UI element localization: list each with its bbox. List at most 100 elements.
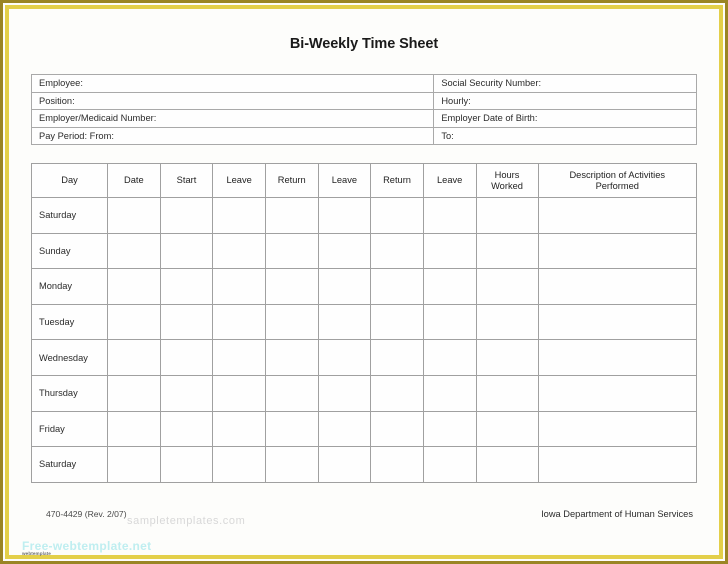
entry-cell[interactable] — [317, 446, 372, 483]
info-field-label-left[interactable]: Employer/Medicaid Number: — [30, 109, 435, 128]
entry-cell[interactable] — [107, 446, 161, 483]
entry-cell[interactable] — [264, 446, 319, 483]
info-field-label-right[interactable]: To: — [433, 126, 697, 145]
entry-cell[interactable] — [212, 374, 266, 412]
entry-cell[interactable] — [212, 339, 266, 376]
table-row: Thursday — [30, 374, 698, 412]
info-field-label-right[interactable]: Hourly: — [433, 91, 697, 110]
day-label: Saturday — [30, 446, 109, 483]
entry-cell[interactable] — [370, 446, 424, 483]
entry-cell[interactable] — [475, 268, 539, 305]
entry-cell[interactable] — [107, 374, 161, 412]
entry-cell[interactable] — [159, 268, 214, 305]
entry-cell[interactable] — [159, 303, 214, 341]
entry-cell[interactable] — [370, 303, 424, 341]
footer: 470-4429 (Rev. 2/07) Iowa Department of … — [31, 509, 697, 525]
entry-cell[interactable] — [317, 410, 372, 448]
entry-cell[interactable] — [264, 268, 319, 305]
entry-cell[interactable] — [370, 268, 424, 305]
column-header: Description of Activities Performed — [537, 163, 698, 198]
entry-cell[interactable] — [212, 446, 266, 483]
entry-cell[interactable] — [422, 374, 477, 412]
entry-cell[interactable] — [264, 374, 319, 412]
entry-cell[interactable] — [537, 339, 698, 376]
entry-cell[interactable] — [212, 268, 266, 305]
entry-cell[interactable] — [475, 232, 539, 270]
entry-cell[interactable] — [107, 268, 161, 305]
entry-cell[interactable] — [212, 410, 266, 448]
entry-cell[interactable] — [107, 303, 161, 341]
info-field-label-right[interactable]: Social Security Number: — [433, 74, 697, 93]
entry-cell[interactable] — [537, 446, 698, 483]
watermark-cyan: Free-webtemplate.net — [22, 539, 152, 553]
entry-cell[interactable] — [317, 339, 372, 376]
info-row: Employee: Social Security Number: — [30, 74, 697, 93]
entry-cell[interactable] — [422, 446, 477, 483]
entry-cell[interactable] — [475, 410, 539, 448]
column-header: Return — [370, 163, 424, 198]
day-label: Wednesday — [30, 339, 109, 376]
entry-cell[interactable] — [212, 303, 266, 341]
entry-cell[interactable] — [264, 303, 319, 341]
table-row: Sunday — [30, 232, 698, 270]
entry-cell[interactable] — [317, 197, 372, 234]
entry-cell[interactable] — [264, 339, 319, 376]
entry-cell[interactable] — [370, 197, 424, 234]
entry-cell[interactable] — [537, 197, 698, 234]
entry-cell[interactable] — [212, 197, 266, 234]
entry-cell[interactable] — [422, 339, 477, 376]
entry-cell[interactable] — [159, 339, 214, 376]
info-field-label-left[interactable]: Position: — [30, 91, 435, 110]
entry-cell[interactable] — [264, 410, 319, 448]
entry-cell[interactable] — [159, 374, 214, 412]
entry-cell[interactable] — [317, 268, 372, 305]
entry-cell[interactable] — [475, 374, 539, 412]
column-header: Start — [159, 163, 214, 198]
time-entry-section: Day Date Start Leave Return Leave Return Leave H… — [30, 163, 698, 483]
table-row: Tuesday — [30, 303, 698, 341]
entry-cell[interactable] — [212, 232, 266, 270]
entry-cell[interactable] — [422, 303, 477, 341]
table-row: Wednesday — [30, 339, 698, 376]
entry-cell[interactable] — [537, 410, 698, 448]
entry-cell[interactable] — [475, 339, 539, 376]
entry-cell[interactable] — [475, 446, 539, 483]
entry-cell[interactable] — [537, 374, 698, 412]
entry-cell[interactable] — [107, 232, 161, 270]
page-title: Bi-Weekly Time Sheet — [289, 36, 439, 52]
entry-cell[interactable] — [264, 232, 319, 270]
entry-cell[interactable] — [422, 197, 477, 234]
entry-cell[interactable] — [317, 232, 372, 270]
entry-cell[interactable] — [317, 374, 372, 412]
entry-cell[interactable] — [370, 339, 424, 376]
entry-cell[interactable] — [370, 374, 424, 412]
info-field-label-right[interactable]: Employer Date of Birth: — [433, 109, 697, 128]
entry-cell[interactable] — [422, 268, 477, 305]
entry-cell[interactable] — [159, 197, 214, 234]
entry-cell[interactable] — [422, 232, 477, 270]
info-row: Employer/Medicaid Number: Employer Date o… — [30, 109, 697, 128]
entry-cell[interactable] — [107, 410, 161, 448]
entry-cell[interactable] — [159, 232, 214, 270]
info-row: Position: Hourly: — [30, 91, 697, 110]
entry-cell[interactable] — [107, 339, 161, 376]
info-field-label-left[interactable]: Pay Period: From: — [30, 126, 435, 145]
entry-cell[interactable] — [264, 197, 319, 234]
entry-cell[interactable] — [422, 410, 477, 448]
entry-cell[interactable] — [159, 446, 214, 483]
employee-info-section: Employee: Social Security Number: Position… — [30, 74, 697, 145]
entry-cell[interactable] — [370, 410, 424, 448]
entry-cell[interactable] — [475, 197, 539, 234]
entry-cell[interactable] — [107, 197, 161, 234]
timesheet-form: Bi-Weekly Time Sheet Employee: Social Sec… — [12, 12, 716, 556]
entry-cell[interactable] — [159, 410, 214, 448]
day-label: Monday — [30, 268, 109, 305]
day-label: Sunday — [30, 232, 109, 270]
entry-cell[interactable] — [537, 232, 698, 270]
info-field-label-left[interactable]: Employee: — [30, 74, 435, 93]
entry-cell[interactable] — [475, 303, 539, 341]
entry-cell[interactable] — [370, 232, 424, 270]
entry-cell[interactable] — [317, 303, 372, 341]
entry-cell[interactable] — [537, 268, 698, 305]
entry-cell[interactable] — [537, 303, 698, 341]
